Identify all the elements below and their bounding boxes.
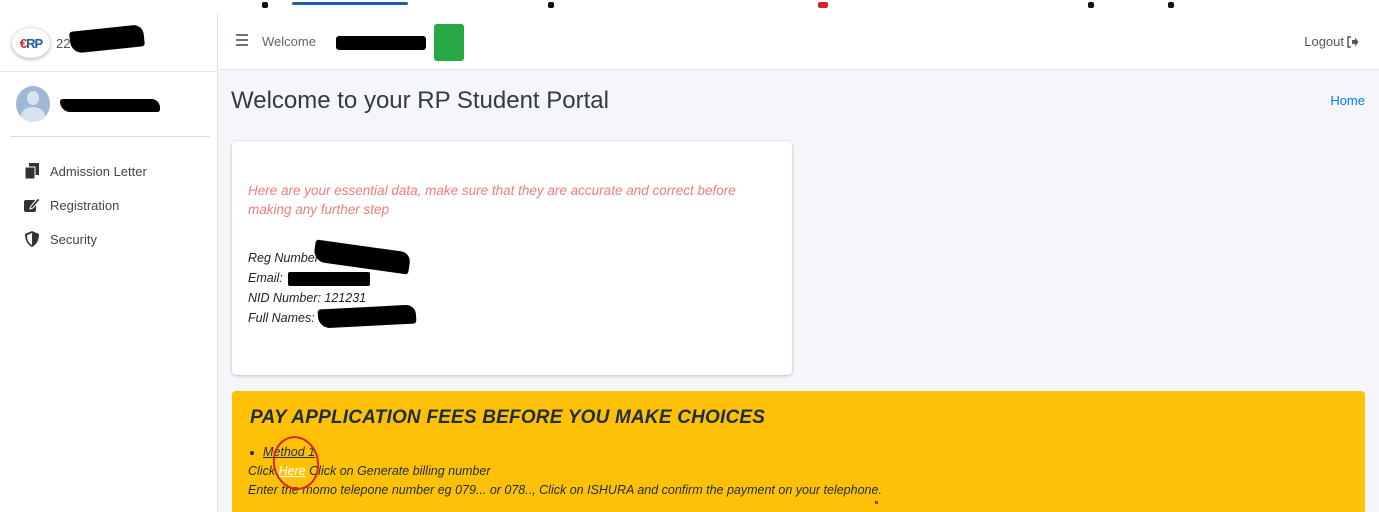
card-intro: Here are your essential data, make sure … [248,183,736,217]
divider [10,136,210,137]
artifact-mark [818,2,828,8]
email-label: Email: [248,271,283,285]
essential-data-card: Here are your essential data, make sure … [232,141,792,375]
sidebar-item-label: Security [50,231,97,247]
redaction [317,304,417,329]
avatar [16,86,50,122]
payment-warning-callout: PAY APPLICATION FEES BEFORE YOU MAKE CHO… [232,391,1365,512]
reg-number-row: Reg Number [248,239,412,275]
instruction-line: Enter the momo telepone number eg 079...… [248,483,882,497]
method-item: Method 1 [248,443,882,462]
logout-button[interactable]: Logout [1304,34,1359,49]
annotation-dot [875,501,878,504]
click-prefix: Click [248,464,276,478]
email-row: Email: [248,268,370,288]
breadcrumb-home[interactable]: Home [1330,93,1365,108]
status-badge [434,24,464,61]
card-fields: Reg Number Email: NID Number: 121231 Ful… [248,239,417,329]
user-panel[interactable] [0,72,218,138]
nid-label: NID Number: 121231 [248,291,367,305]
warning-body: Method 1 Click Here Click on Generate bi… [248,443,882,500]
topbar: Welcome Logout [218,14,1379,70]
full-names-row: Full Names: [248,304,417,329]
welcome-text: Welcome [262,34,316,49]
page-title: Welcome to your RP Student Portal [231,87,609,114]
brand[interactable]: € RP 22 [0,14,218,72]
reg-number-label: Reg Number [248,251,319,265]
warning-title: PAY APPLICATION FEES BEFORE YOU MAKE CHO… [250,407,766,428]
brand-name: 22 [56,36,71,51]
artifact-mark [262,2,268,8]
shield-icon [24,231,40,247]
sidebar-item-label: Admission Letter [50,163,147,179]
logout-icon [1347,35,1359,48]
sidebar-item-admission-letter[interactable]: Admission Letter [0,154,218,188]
sidebar-item-security[interactable]: Security [0,222,218,256]
sidebar-item-registration[interactable]: Registration [0,188,218,222]
sidebar: € RP 22 Admission Letter Registration Se… [0,14,218,512]
cropped-page-strip [0,0,1379,14]
hamburger-menu-icon[interactable] [236,34,248,46]
bullet [250,450,254,455]
sidebar-nav: Admission Letter Registration Security [0,154,218,256]
artifact-mark [1168,2,1174,8]
rp-logo-text: RP [26,35,43,51]
edit-icon [24,197,40,213]
artifact-mark [548,2,554,8]
full-names-label: Full Names: [248,311,315,325]
click-suffix: Click on Generate billing number [309,464,491,478]
artifact-mark [292,2,408,5]
rp-logo: € RP [12,28,50,58]
redaction [336,36,426,50]
artifact-mark [1088,2,1094,8]
click-line: Click Here Click on Generate billing num… [248,462,882,481]
redaction [60,99,160,112]
redaction [69,24,145,54]
nid-row: NID Number: 121231 [248,288,366,308]
logout-label: Logout [1304,34,1344,49]
documents-icon [24,163,40,179]
redaction [288,272,370,286]
sidebar-item-label: Registration [50,197,120,213]
